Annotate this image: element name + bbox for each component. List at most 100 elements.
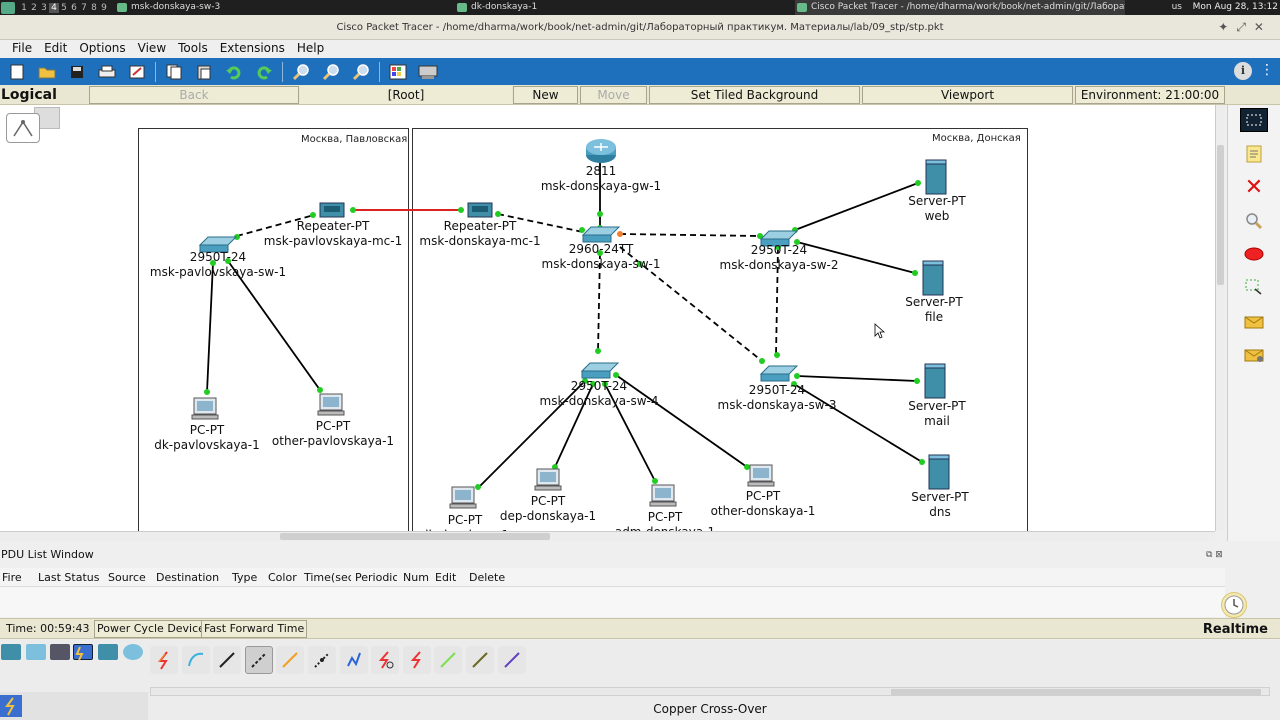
viewport-button[interactable]: Viewport bbox=[862, 86, 1073, 104]
task-sw3[interactable]: msk-donskaya-sw-3 bbox=[115, 0, 445, 15]
components-icon[interactable] bbox=[50, 644, 70, 660]
workspace-1[interactable]: 1 bbox=[19, 3, 29, 13]
scroll-thumb[interactable] bbox=[280, 533, 550, 540]
device-panel-scrollbar[interactable] bbox=[150, 687, 1270, 696]
menu-view[interactable]: View bbox=[132, 40, 172, 58]
window-controls[interactable]: ✦⤢✕ bbox=[1218, 15, 1272, 40]
os-menu-icon[interactable] bbox=[1, 1, 15, 14]
task-packet-tracer[interactable]: Cisco Packet Tracer - /home/dharma/work/… bbox=[795, 0, 1125, 15]
console-cable-icon[interactable] bbox=[181, 646, 210, 674]
environment-button[interactable]: Environment: 21:00:00 bbox=[1075, 86, 1225, 104]
workspace-2[interactable]: 2 bbox=[29, 3, 39, 13]
device-pc-dk-donskaya[interactable]: PC-PTdk-donskaya-1 bbox=[421, 513, 509, 531]
note-tool-icon[interactable] bbox=[1240, 142, 1268, 166]
menu-extensions[interactable]: Extensions bbox=[214, 40, 291, 58]
device-server-mail[interactable]: Server-PT mail bbox=[908, 399, 965, 429]
logical-mode-label[interactable]: Logical bbox=[0, 85, 88, 105]
pdu-window-controls[interactable]: ⧉ ⊠ bbox=[1206, 550, 1223, 560]
device-server-dns[interactable]: Server-PT dns bbox=[911, 490, 968, 520]
set-tiled-background-button[interactable]: Set Tiled Background bbox=[649, 86, 860, 104]
device-server-file[interactable]: Server-PT file bbox=[905, 295, 962, 325]
scroll-thumb[interactable] bbox=[1217, 145, 1224, 285]
zoom-reset-icon[interactable] bbox=[320, 62, 342, 82]
usb-cable-icon[interactable] bbox=[497, 646, 526, 674]
redo-icon[interactable] bbox=[253, 62, 275, 82]
new-file-icon[interactable] bbox=[6, 62, 28, 82]
task-dk-donskaya[interactable]: dk-donskaya-1 bbox=[455, 0, 785, 15]
network-devices-icon[interactable] bbox=[1, 644, 21, 660]
workspace-3[interactable]: 3 bbox=[39, 3, 49, 13]
device-pc-other-donskaya[interactable]: PC-PT other-donskaya-1 bbox=[711, 489, 816, 519]
menu-options[interactable]: Options bbox=[73, 40, 131, 58]
zoom-in-icon[interactable] bbox=[290, 62, 312, 82]
coaxial-icon[interactable] bbox=[339, 646, 368, 674]
device-gw[interactable]: 2811 msk-donskaya-gw-1 bbox=[541, 164, 661, 194]
realtime-clock-icon[interactable] bbox=[1221, 592, 1247, 618]
multiuser-icon[interactable] bbox=[123, 644, 143, 660]
menu-tools[interactable]: Tools bbox=[172, 40, 214, 58]
device-pc-dk-pavlovskaya[interactable]: PC-PT dk-pavlovskaya-1 bbox=[154, 423, 260, 453]
new-cluster-button[interactable]: New Cluster bbox=[513, 86, 578, 118]
scroll-thumb[interactable] bbox=[891, 689, 1261, 695]
pdu-col-periodic[interactable]: Periodic bbox=[353, 568, 397, 586]
canvas-vertical-scrollbar[interactable] bbox=[1215, 105, 1225, 531]
copper-straight-through-icon[interactable] bbox=[213, 646, 242, 674]
auto-connection-icon[interactable] bbox=[150, 646, 178, 674]
paste-icon[interactable] bbox=[193, 62, 215, 82]
serial-dte-icon[interactable] bbox=[402, 646, 431, 674]
connection-subtype-icon[interactable] bbox=[0, 695, 22, 717]
phone-cable-icon[interactable] bbox=[307, 646, 336, 674]
workspace-8[interactable]: 8 bbox=[89, 3, 99, 13]
workspace-4[interactable]: 4 bbox=[49, 2, 59, 13]
undo-icon[interactable] bbox=[223, 62, 245, 82]
device-pc-dep-donskaya[interactable]: PC-PT dep-donskaya-1 bbox=[500, 494, 596, 524]
end-devices-icon[interactable] bbox=[26, 644, 46, 660]
workspace-7[interactable]: 7 bbox=[79, 3, 89, 13]
workspace-9[interactable]: 9 bbox=[99, 3, 109, 13]
canvas-horizontal-scrollbar[interactable] bbox=[0, 531, 1215, 541]
serial-dce-icon[interactable] bbox=[371, 646, 400, 674]
info-icon[interactable]: i bbox=[1234, 62, 1252, 80]
fiber-icon[interactable] bbox=[276, 646, 305, 674]
menu-file[interactable]: File bbox=[6, 40, 38, 58]
pdu-col-edit[interactable]: Edit bbox=[433, 568, 467, 586]
power-cycle-devices-button[interactable]: Power Cycle Devices bbox=[94, 620, 214, 638]
zoom-out-icon[interactable] bbox=[350, 62, 372, 82]
pdu-col-source[interactable]: Source bbox=[106, 568, 148, 586]
pdu-list-body[interactable] bbox=[0, 587, 1225, 617]
copy-icon[interactable] bbox=[163, 62, 185, 82]
copper-cross-over-icon[interactable] bbox=[244, 646, 273, 674]
connections-icon[interactable] bbox=[73, 644, 93, 661]
topology-canvas[interactable]: Москва, Павловская Москва, Донская 2811 … bbox=[0, 105, 1215, 531]
device-sw3[interactable]: 2950T-24 msk-donskaya-sw-3 bbox=[718, 383, 837, 413]
iot-custom-cable-icon[interactable] bbox=[465, 646, 494, 674]
delete-tool-icon[interactable]: ✕ bbox=[1240, 175, 1268, 200]
add-complex-pdu-icon[interactable] bbox=[1240, 343, 1268, 367]
workspace-6[interactable]: 6 bbox=[69, 3, 79, 13]
device-donskaya-mc[interactable]: Repeater-PT msk-donskaya-mc-1 bbox=[419, 219, 540, 249]
device-pc-adm-donskaya[interactable]: PC-PTadm-donskaya-1 bbox=[615, 510, 715, 531]
pdu-col-fire[interactable]: Fire bbox=[0, 568, 24, 586]
palette-icon[interactable] bbox=[387, 62, 409, 82]
select-tool-icon[interactable] bbox=[1240, 108, 1268, 132]
miscellaneous-icon[interactable] bbox=[98, 644, 118, 660]
add-simple-pdu-icon[interactable] bbox=[1240, 310, 1268, 334]
menu-help[interactable]: Help bbox=[291, 40, 330, 58]
device-pavlovskaya-sw[interactable]: 2950T-24 msk-pavlovskaya-sw-1 bbox=[150, 250, 286, 280]
pdu-col-last-status[interactable]: Last Status bbox=[36, 568, 106, 586]
pdu-col-time[interactable]: Time(sec) bbox=[302, 568, 351, 586]
back-button[interactable]: Back bbox=[89, 86, 299, 104]
device-server-web[interactable]: Server-PT web bbox=[908, 194, 965, 224]
draw-ellipse-tool-icon[interactable] bbox=[1240, 242, 1268, 266]
keyboard-layout[interactable]: us bbox=[1172, 0, 1182, 15]
pdu-col-color[interactable]: Color bbox=[266, 568, 302, 586]
print-icon[interactable] bbox=[96, 62, 118, 82]
open-folder-icon[interactable] bbox=[36, 62, 58, 82]
pdu-col-destination[interactable]: Destination bbox=[154, 568, 224, 586]
device-sw1[interactable]: 2960-24TT msk-donskaya-sw-1 bbox=[542, 242, 661, 272]
pdu-col-num[interactable]: Num bbox=[401, 568, 433, 586]
save-icon[interactable] bbox=[66, 62, 88, 82]
custom-device-icon[interactable] bbox=[417, 62, 439, 82]
pdu-col-delete[interactable]: Delete bbox=[467, 568, 517, 586]
root-breadcrumb[interactable]: [Root] bbox=[300, 86, 512, 104]
